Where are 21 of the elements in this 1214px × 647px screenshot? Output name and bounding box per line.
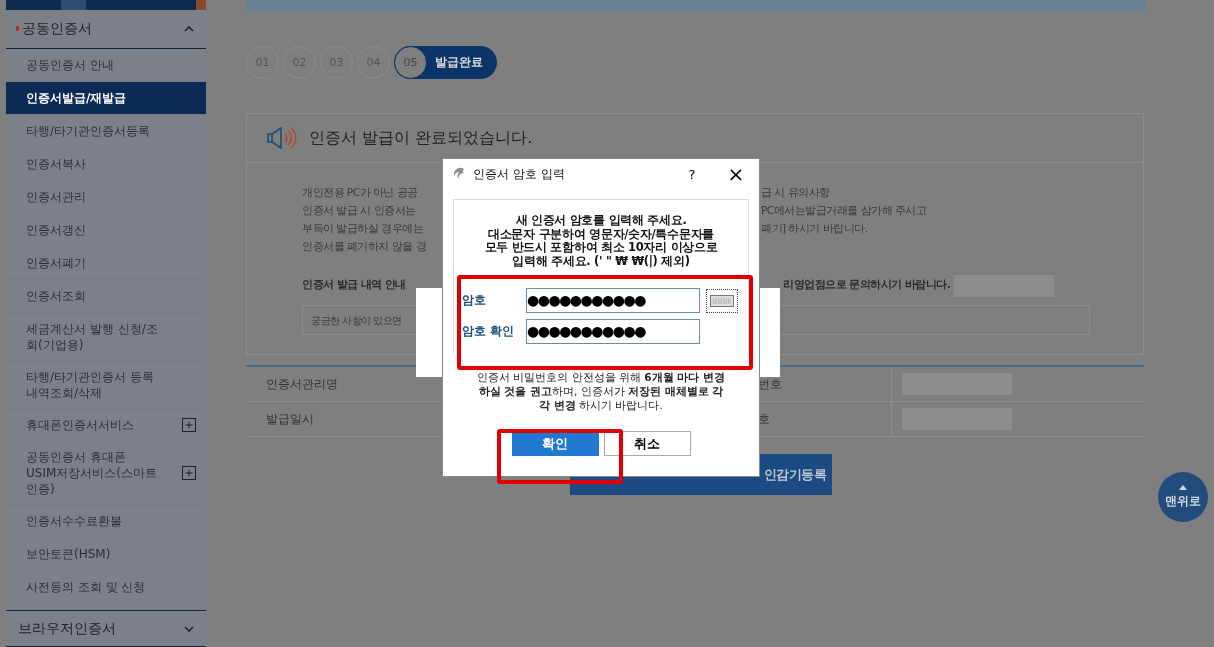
notice-text: 인증서 발급 시 인증서는: [302, 203, 417, 218]
instruction-text: 새 인증서 암호를 입력해 주세요.: [514, 214, 688, 228]
notice-text: 개인전용 PC가 아닌 공공: [302, 185, 419, 200]
advice-text: 인증서 비밀번호의 안전성을 위해 6개월 마다 변경하실 것을 권고하며, 인증서가 저장된 매체별로 각각 변경 하시기 바랍니다.: [476, 370, 726, 412]
field-label: 암호 확인: [462, 323, 516, 340]
table-header-cell-text: 인증서관리명: [265, 375, 339, 393]
notice-title: 인증서 발급이 완료되었습니다.: [309, 127, 533, 149]
step-indicator: 05 발급완료: [394, 46, 497, 79]
notice-text: 부득이 발급하실 경우에는: [302, 221, 425, 236]
instruction-text: 모두 반드시 포함하여 최소 10자리 이상으로: [483, 241, 719, 255]
inquiry-text: 인증서 발급 내역 안내: [302, 277, 407, 292]
dialog-title: 인증서 암호 입력: [473, 165, 565, 183]
instruction-text: 입력해 주세요. (' " ₩ ₩(|) 제외): [511, 254, 691, 268]
notice-text: 폐기] 하시기 바랍니다.: [761, 221, 868, 236]
instruction-text: 대소문자 구분하여 영문자/숫자/특수문자를: [487, 227, 715, 241]
notice-text: 인증서를 폐기하지 않을 경: [302, 239, 427, 254]
notice-text: 급 시 유의사항: [761, 185, 830, 200]
notice-text: PC에서는발급거래를 삼가해 주시고: [761, 203, 927, 218]
inquiry-text: 리영업점으로 문의하시기 바랍니다.: [782, 277, 951, 292]
table-header-cell-text: 발급일시: [265, 410, 315, 428]
field-label: 암호: [462, 292, 487, 309]
